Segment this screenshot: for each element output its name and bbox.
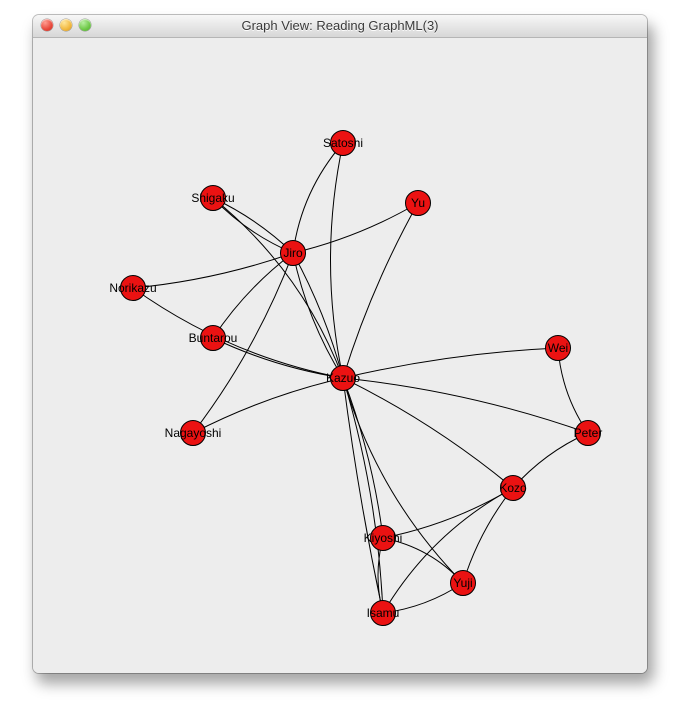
node-dot-icon[interactable] — [545, 335, 571, 361]
graph-node[interactable]: Yu — [405, 190, 431, 216]
window-title: Graph View: Reading GraphML(3) — [33, 15, 647, 37]
graph-node[interactable]: Kiyoshi — [370, 525, 396, 551]
graph-node[interactable]: Norikazu — [120, 275, 146, 301]
graph-canvas[interactable]: Satoshi Shigaku Yu Jiro Norikazu Buntarou Kazu… — [33, 38, 647, 673]
graph-node[interactable]: Satoshi — [330, 130, 356, 156]
graph-node[interactable]: Kazuo — [330, 365, 356, 391]
node-dot-icon[interactable] — [450, 570, 476, 596]
zoom-icon[interactable] — [79, 19, 91, 31]
node-dot-icon[interactable] — [500, 475, 526, 501]
graph-node[interactable]: Shigaku — [200, 185, 226, 211]
graph-node[interactable]: Buntarou — [200, 325, 226, 351]
graph-edge — [343, 378, 383, 613]
node-dot-icon[interactable] — [180, 420, 206, 446]
graph-edge — [343, 378, 513, 488]
graph-edge — [343, 203, 418, 378]
node-dot-icon[interactable] — [330, 130, 356, 156]
graph-node[interactable]: Yuji — [450, 570, 476, 596]
graph-node[interactable]: Isamu — [370, 600, 396, 626]
node-dot-icon[interactable] — [280, 240, 306, 266]
graph-edge — [383, 488, 513, 538]
graph-edge — [213, 198, 343, 378]
node-dot-icon[interactable] — [370, 525, 396, 551]
graph-edge — [133, 253, 293, 288]
graph-edge — [133, 288, 343, 378]
graph-edge — [343, 378, 463, 583]
graph-edge — [343, 348, 558, 378]
graph-node[interactable]: Kozo — [500, 475, 526, 501]
titlebar[interactable]: Graph View: Reading GraphML(3) — [33, 15, 647, 38]
node-dot-icon[interactable] — [370, 600, 396, 626]
graph-node[interactable]: Wei — [545, 335, 571, 361]
graph-node[interactable]: Jiro — [280, 240, 306, 266]
minimize-icon[interactable] — [60, 19, 72, 31]
node-dot-icon[interactable] — [330, 365, 356, 391]
graph-edge — [343, 378, 588, 433]
graph-edge — [193, 378, 343, 433]
app-window: Graph View: Reading GraphML(3) Satoshi Sh… — [33, 15, 647, 673]
graph-edge — [343, 378, 383, 613]
app-stage: Graph View: Reading GraphML(3) Satoshi Sh… — [0, 0, 680, 702]
graph-node[interactable]: Nagayoshi — [180, 420, 206, 446]
node-dot-icon[interactable] — [200, 185, 226, 211]
graph-node[interactable]: Peter — [575, 420, 601, 446]
node-dot-icon[interactable] — [120, 275, 146, 301]
traffic-lights — [41, 19, 91, 31]
graph-edge — [293, 143, 343, 253]
node-dot-icon[interactable] — [200, 325, 226, 351]
graph-edge — [293, 203, 418, 253]
node-dot-icon[interactable] — [575, 420, 601, 446]
close-icon[interactable] — [41, 19, 53, 31]
graph-edge — [383, 488, 513, 613]
node-dot-icon[interactable] — [405, 190, 431, 216]
